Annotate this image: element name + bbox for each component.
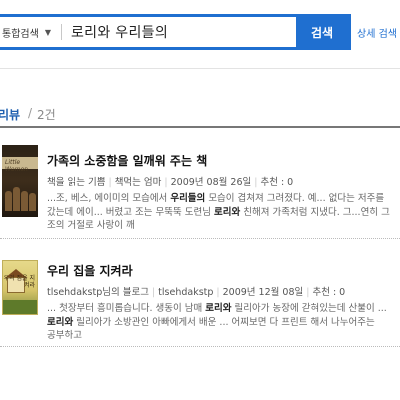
snippet-line: ...조, 베스, 에이미의 모습에서 우리들의 모습이 겹쳐져 그려졌다. 예… [47,193,385,204]
snippet-line: 공부하고 [47,330,82,341]
snippet-line: 조의 거절로 사랑이 깨 [47,220,135,231]
review-blog[interactable]: 책먹는 엄마 [115,177,162,188]
header-divider [0,68,400,69]
snippet-line: 로리와 릴리아가 소방관인 아빠에게서 배운 ... 어찌보면 다 프린트 해서… [47,316,375,328]
section-header: 리뷰 / 2건 [0,104,400,128]
review-title-link[interactable]: 가족의 소중함을 일깨워 주는 책 [47,152,207,169]
cover-caption: 우리 집을 지켜라 [3,275,35,289]
review-date: 2009년 08월 26일 [170,177,252,188]
book-cover-thumbnail[interactable]: Little Women [2,145,38,217]
review-meta: 책을 읽는 기쁨 | 책먹는 엄마 | 2009년 08월 26일 | 추천 : 0 [47,177,294,188]
review-divider [0,238,400,239]
scope-divider [61,24,62,40]
review-author[interactable]: 책을 읽는 기쁨 [47,177,105,188]
review-item: Little Women 가족의 소중함을 일깨워 주는 책 책을 읽는 기쁨 |… [0,140,400,240]
review-date: 2009년 12월 08일 [222,287,304,298]
section-separator: / [28,106,33,120]
review-author[interactable]: tlsehdakstp님의 블로그 [47,287,149,298]
search-input[interactable] [71,17,286,47]
review-item: 우리 집을 지켜라 우리 집을 지켜라 tlsehdakstp님의 블로그 | tl… [0,250,400,350]
detail-search-link[interactable]: 상세 검색 [357,25,397,40]
search-bar: 통합검색 ▼ 검색 상세 검색 [0,14,400,50]
snippet-line: ... 첫장부터 흥미롭습니다. 생동이 남매 로리와 릴리아가 농장에 갇혀있… [47,303,387,314]
cover-caption: Little Women [5,159,28,173]
search-scope-select[interactable]: 통합검색 ▼ [0,17,61,47]
review-snippet: ... 첫장부터 흥미롭습니다. 생동이 남매 로리와 릴리아가 농장에 갇혀있… [47,302,400,343]
search-frame: 통합검색 ▼ 검색 [0,14,351,50]
chevron-down-icon: ▼ [44,27,51,37]
review-title-link[interactable]: 우리 집을 지켜라 [47,262,133,279]
section-rule [0,126,400,128]
review-recommend-count: 추천 : 0 [260,177,294,188]
review-meta: tlsehdakstp님의 블로그 | tlsehdakstp | 2009년 12월 … [47,287,346,298]
review-snippet: ...조, 베스, 에이미의 모습에서 우리들의 모습이 겹쳐져 그려졌다. 예… [47,192,400,233]
snippet-line: 갔는데 에이... 버렸고 조는 무뚝뚝 도련님 로리와 친해져 가족처럼 지냈… [47,206,390,218]
review-blog[interactable]: tlsehdakstp [158,287,213,298]
review-recommend-count: 추천 : 0 [312,287,346,298]
review-divider [0,346,400,347]
section-title: 리뷰 [0,108,21,122]
book-cover-thumbnail[interactable]: 우리 집을 지켜라 [2,260,38,315]
section-count: 2건 [37,108,56,122]
search-button[interactable]: 검색 [296,14,348,50]
search-scope-label: 통합검색 [2,28,39,40]
